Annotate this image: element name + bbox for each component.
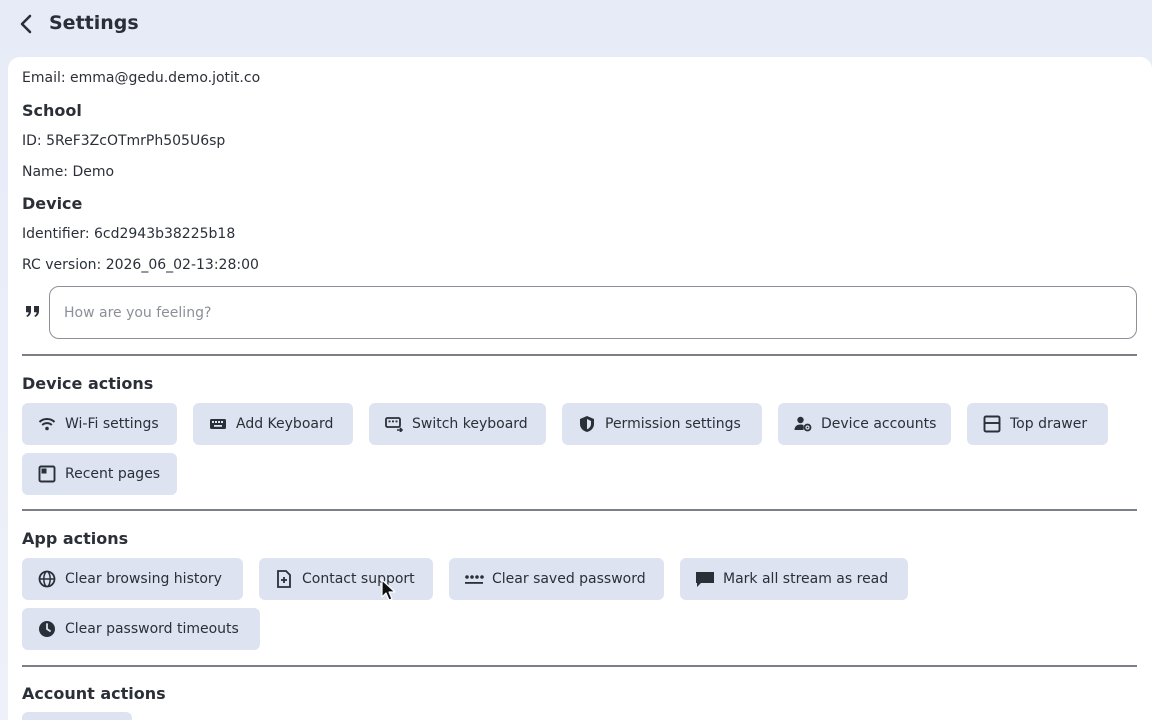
device-identifier: Identifier: 6cd2943b38225b18 [22, 226, 236, 242]
clear-saved-password-button[interactable]: Clear saved password [449, 558, 664, 600]
school-name: Name: Demo [22, 164, 115, 180]
email-line: Email: emma@gedu.demo.jotit.co [22, 70, 261, 86]
chip-label: Switch keyboard [412, 416, 528, 432]
top-drawer-button[interactable]: Top drawer [967, 403, 1108, 445]
chip-label: Clear browsing history [65, 571, 222, 587]
permission-settings-button[interactable]: Permission settings [562, 403, 762, 445]
page-title: Settings [49, 12, 139, 34]
keyboard-icon [208, 414, 228, 434]
shield-icon [577, 414, 597, 434]
mark-all-stream-read-button[interactable]: Mark all stream as read [680, 558, 908, 600]
device-heading: Device [22, 194, 83, 213]
globe-icon [37, 569, 57, 589]
chip-label: Add Keyboard [236, 416, 334, 432]
chip-label: Permission settings [605, 416, 741, 432]
wifi-settings-button[interactable]: Wi-Fi settings [22, 403, 177, 445]
recent-pages-icon [37, 464, 57, 484]
add-keyboard-button[interactable]: Add Keyboard [193, 403, 353, 445]
chip-label: Device accounts [821, 416, 937, 432]
feeling-input[interactable] [49, 286, 1137, 339]
recent-pages-button[interactable]: Recent pages [22, 453, 177, 495]
message-icon [695, 569, 715, 589]
chip-label: Clear saved password [492, 571, 646, 587]
wifi-icon [37, 414, 57, 434]
settings-panel: Email: emma@gedu.demo.jotit.co School ID… [8, 57, 1152, 720]
chip-label: Mark all stream as read [723, 571, 889, 587]
switch-keyboard-button[interactable]: Switch keyboard [369, 403, 546, 445]
clear-password-timeouts-button[interactable]: Clear password timeouts [22, 608, 260, 650]
chevron-left-icon [20, 14, 32, 34]
chip-label: Recent pages [65, 466, 161, 482]
header-bar: Settings [0, 0, 1152, 52]
account-actions-heading: Account actions [22, 684, 166, 703]
chip-label: Top drawer [1010, 416, 1088, 432]
quote-icon [26, 306, 39, 317]
device-accounts-button[interactable]: Device accounts [778, 403, 951, 445]
document-icon [274, 569, 294, 589]
divider [22, 509, 1137, 511]
keyboard-switch-icon [384, 414, 404, 434]
school-heading: School [22, 101, 82, 120]
school-id: ID: 5ReF3ZcOTmrPh505U6sp [22, 133, 226, 149]
person-gear-icon [793, 414, 813, 434]
divider [22, 354, 1137, 356]
app-actions-heading: App actions [22, 529, 129, 548]
chip-label: Clear password timeouts [65, 621, 239, 637]
drawer-icon [982, 414, 1002, 434]
chip-label: Wi-Fi settings [65, 416, 159, 432]
device-actions-heading: Device actions [22, 374, 154, 393]
contact-support-button[interactable]: Contact support [259, 558, 433, 600]
clear-browsing-history-button[interactable]: Clear browsing history [22, 558, 243, 600]
account-action-button[interactable] [22, 712, 132, 720]
back-button[interactable] [12, 10, 40, 38]
clock-icon [37, 619, 57, 639]
password-icon [464, 569, 484, 589]
rc-version: RC version: 2026_06_02-13:28:00 [22, 257, 259, 273]
mouse-pointer-icon [381, 579, 396, 601]
chip-label: Contact support [302, 571, 415, 587]
divider [22, 665, 1137, 667]
